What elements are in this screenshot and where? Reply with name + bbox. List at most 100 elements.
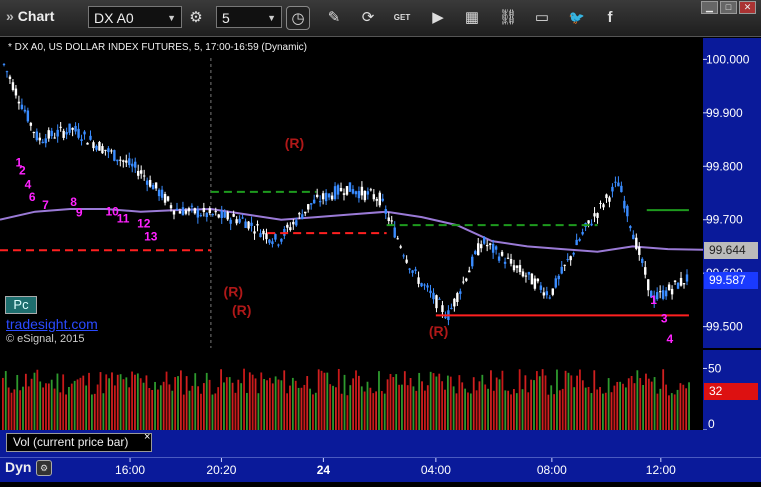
get-button[interactable]: GET xyxy=(390,6,414,30)
volume-bar xyxy=(357,375,360,430)
candle-body xyxy=(131,163,134,167)
draw-button[interactable]: ✎ xyxy=(322,6,346,30)
candle-body xyxy=(485,244,489,247)
candle-body xyxy=(590,223,593,226)
candle-body xyxy=(160,189,164,198)
volume-bar xyxy=(111,372,113,430)
candle-body xyxy=(92,142,95,149)
facebook-button[interactable]: f xyxy=(598,6,622,30)
candle-body xyxy=(548,297,552,299)
candle-body xyxy=(101,146,104,154)
price-plot[interactable]: (R) (R) (R) (R) 1 2 4 6 7 8 9 10 11 12 13 1 3 4 xyxy=(0,38,704,348)
volume-bar xyxy=(438,373,441,430)
price-axis[interactable]: 100.00099.90099.80099.70099.60099.500 xyxy=(703,38,761,348)
candle-body xyxy=(298,213,301,215)
minimize-button[interactable]: ▁ xyxy=(701,1,718,14)
candle-body xyxy=(676,282,680,289)
price-tick-label: 99.700 xyxy=(706,213,743,227)
maximize-icon: □ xyxy=(725,2,732,12)
close-window-button[interactable]: ✕ xyxy=(739,1,756,14)
volume-bar xyxy=(337,368,340,430)
volume-bar xyxy=(366,381,369,430)
volume-bar xyxy=(162,381,165,430)
candle-body xyxy=(503,261,507,264)
volume-bar xyxy=(13,389,16,430)
candle-body xyxy=(360,186,364,196)
volume-axis[interactable]: 50 0 xyxy=(703,350,761,457)
candle-body xyxy=(226,212,229,220)
candle-body xyxy=(286,224,289,228)
interval-input[interactable]: 5 ▼ xyxy=(216,6,282,28)
candle-body xyxy=(342,193,346,195)
link-button[interactable]: ⛓ xyxy=(496,6,520,30)
candle-body xyxy=(134,161,137,168)
candle-body xyxy=(181,207,185,216)
time-axis[interactable]: 16:00 20:20 24 04:00 08:00 12:00 xyxy=(0,457,761,482)
volume-bar xyxy=(45,383,47,430)
candle-body xyxy=(327,193,331,198)
volume-bar xyxy=(289,385,291,430)
volume-bar xyxy=(113,385,116,430)
dynamic-mode-label[interactable]: Dyn xyxy=(5,459,31,475)
maximize-button[interactable]: □ xyxy=(720,1,737,14)
comment-button[interactable]: ▭ xyxy=(530,6,554,30)
interval-clock-button[interactable]: ◷ xyxy=(286,6,310,30)
dynamic-mode-icon[interactable]: ⚙ xyxy=(36,460,52,476)
candle-body xyxy=(644,267,647,275)
volume-bar xyxy=(452,386,455,430)
volume-bar xyxy=(320,370,323,430)
candle-body xyxy=(11,82,15,90)
volume-bar xyxy=(134,374,136,430)
candle-body xyxy=(488,243,492,245)
volume-bar xyxy=(673,394,676,430)
volume-tick-label: 50 xyxy=(708,361,722,375)
play-icon: ▶ xyxy=(432,9,444,26)
refresh-icon: ⟳ xyxy=(361,9,375,26)
brand-link[interactable]: tradesight.com xyxy=(6,316,98,332)
volume-bar xyxy=(177,376,179,430)
volume-bar xyxy=(401,384,403,430)
pc-badge[interactable]: Pc xyxy=(5,296,37,314)
candle-body xyxy=(685,274,689,282)
volume-bar xyxy=(329,384,332,430)
volume-bar xyxy=(303,384,306,430)
candle-body xyxy=(345,186,349,195)
candle-body xyxy=(581,231,584,235)
volume-bar xyxy=(317,369,320,430)
volume-bar xyxy=(10,392,13,430)
candle-body xyxy=(148,179,152,187)
candle-body xyxy=(89,135,92,140)
candle-body xyxy=(557,275,560,280)
volume-panel-close-button[interactable]: × xyxy=(144,431,150,443)
volume-bar xyxy=(179,370,182,430)
symbol-input[interactable]: DX A0 ▼ xyxy=(88,6,182,28)
calendar-button[interactable]: ▦ xyxy=(460,6,484,30)
play-button[interactable]: ▶ xyxy=(426,6,450,30)
volume-bar xyxy=(85,385,88,430)
chevron-down-icon: ▼ xyxy=(167,13,176,23)
volume-bar xyxy=(246,392,248,430)
volume-panel-label[interactable]: Vol (current price bar) xyxy=(6,433,152,452)
chevron-down-icon: ▼ xyxy=(267,13,276,23)
candle-body xyxy=(453,298,456,307)
candle-body xyxy=(262,230,265,235)
candle-body xyxy=(381,198,384,201)
refresh-button[interactable]: ⟳ xyxy=(356,6,380,30)
candle-body xyxy=(351,189,355,194)
volume-bar xyxy=(188,390,191,430)
volume-bar xyxy=(2,377,4,430)
volume-bar xyxy=(599,387,601,430)
volume-bar xyxy=(96,384,99,430)
volume-bar xyxy=(627,378,630,430)
symbol-settings-button[interactable]: ⚙ xyxy=(184,6,208,30)
annotation-label: 7 xyxy=(42,198,49,212)
candle-body xyxy=(56,129,59,137)
volume-plot[interactable] xyxy=(0,350,703,430)
time-tick-label: 16:00 xyxy=(115,463,145,477)
candle-body xyxy=(596,213,599,218)
candle-body xyxy=(137,170,140,176)
annotation-label: (R) xyxy=(429,323,448,339)
candle-body xyxy=(390,220,393,222)
volume-bar xyxy=(656,393,659,430)
twitter-button[interactable]: 🐦 xyxy=(565,6,589,30)
